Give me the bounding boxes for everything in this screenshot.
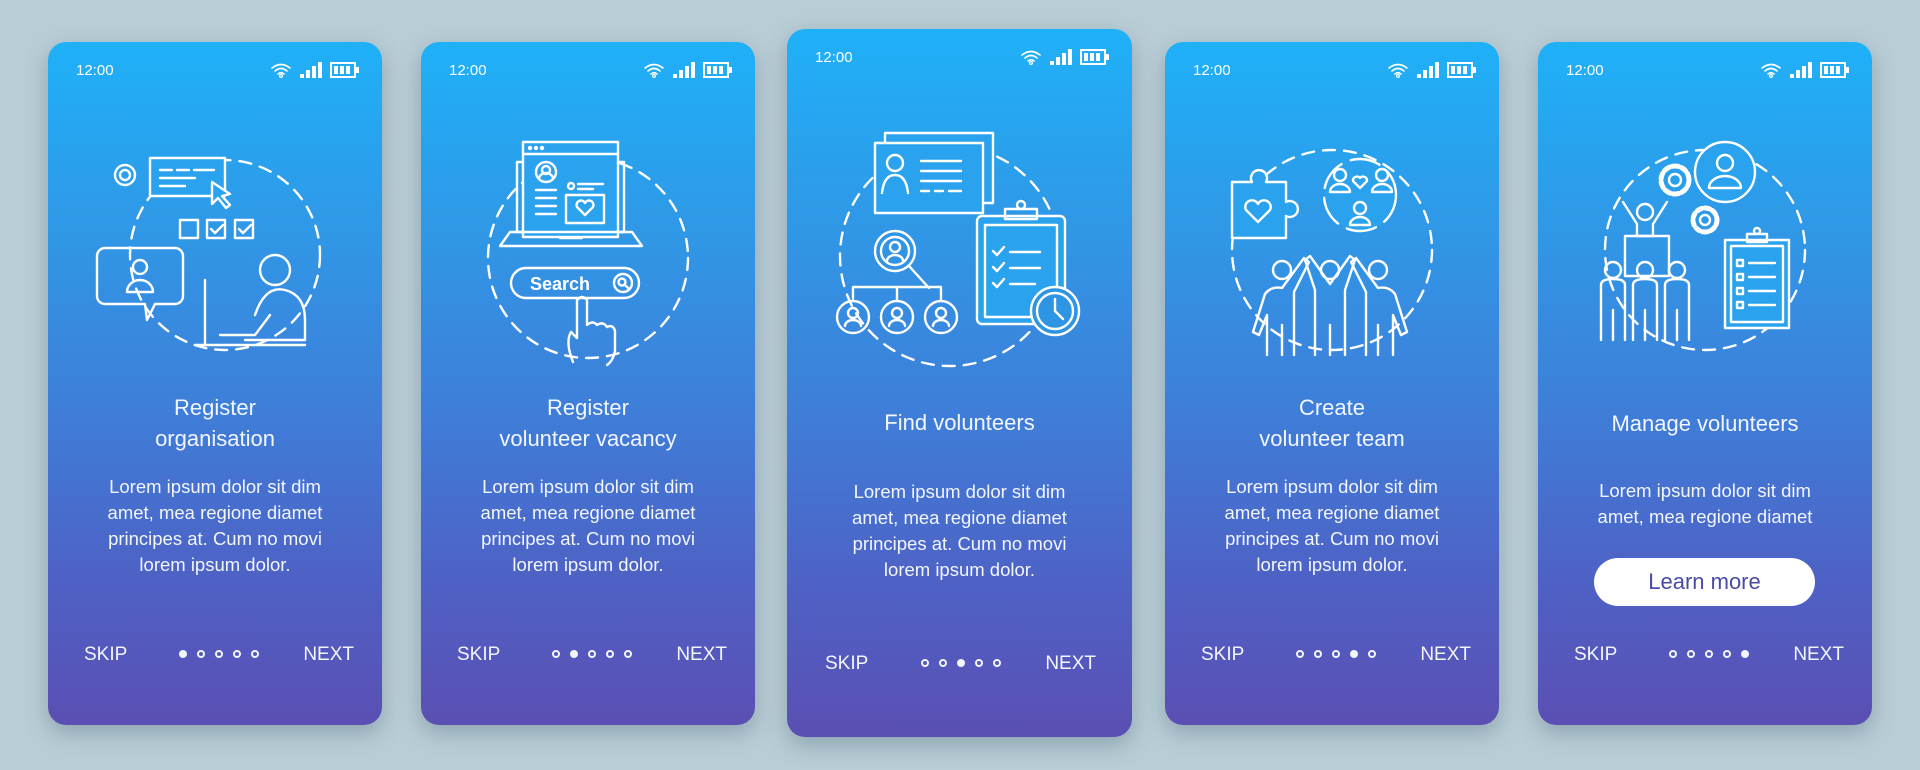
page-dot[interactable]	[1332, 650, 1340, 658]
skip-button[interactable]: SKIP	[457, 644, 500, 666]
signal-icon	[300, 62, 322, 78]
wifi-icon	[644, 63, 664, 78]
page-dot[interactable]	[920, 659, 929, 667]
page-dot[interactable]	[1705, 650, 1713, 658]
wifi-icon	[271, 63, 291, 78]
onboarding-screen-create-team: 12:00 Create volunteer team Lorem ipsum …	[1165, 42, 1499, 725]
search-label: Search	[530, 274, 590, 294]
onboarding-nav: SKIP NEXT	[1201, 644, 1471, 668]
screen-description: Lorem ipsum dolor sit dim amet, mea regi…	[107, 476, 323, 575]
register-vacancy-illustration: Search	[486, 140, 690, 367]
screen-title: Create volunteer team	[1259, 395, 1405, 451]
learn-more-button[interactable]: Learn more	[1594, 558, 1815, 606]
page-dot[interactable]	[1314, 650, 1322, 658]
wifi-icon	[1761, 63, 1781, 78]
screen-description: Lorem ipsum dolor sit dim amet, mea regi…	[1224, 476, 1440, 575]
next-button[interactable]: NEXT	[1793, 644, 1844, 666]
page-indicator	[552, 650, 632, 658]
status-time: 12:00	[449, 62, 487, 79]
next-button[interactable]: NEXT	[1420, 644, 1471, 666]
next-button[interactable]: NEXT	[303, 644, 354, 666]
manage-volunteers-illustration	[1599, 140, 1807, 352]
onboarding-screen-register-vacancy: 12:00 Search Register volunteer vacancy …	[421, 42, 755, 725]
page-dot[interactable]	[974, 659, 983, 667]
onboarding-nav: SKIP NEXT	[825, 653, 1096, 677]
page-dot[interactable]	[1368, 650, 1376, 658]
page-dot-active[interactable]	[1741, 650, 1749, 658]
page-dot[interactable]	[938, 659, 947, 667]
page-dot[interactable]	[251, 650, 259, 658]
onboarding-screen-register-organisation: 12:00 Register organisation Lorem ipsum …	[48, 42, 382, 725]
status-time: 12:00	[815, 49, 853, 66]
battery-icon	[1080, 49, 1109, 65]
page-dot-active[interactable]	[179, 650, 187, 658]
page-dot-active[interactable]	[956, 659, 965, 667]
screen-description: Lorem ipsum dolor sit dim amet, mea regi…	[1597, 480, 1813, 527]
status-time: 12:00	[76, 62, 114, 79]
status-bar: 12:00	[815, 47, 1110, 69]
page-indicator	[179, 650, 259, 658]
onboarding-nav: SKIP NEXT	[457, 644, 727, 668]
page-dot[interactable]	[1669, 650, 1677, 658]
skip-button[interactable]: SKIP	[1201, 644, 1244, 666]
page-dot[interactable]	[233, 650, 241, 658]
status-bar: 12:00	[449, 60, 733, 82]
signal-icon	[1790, 62, 1812, 78]
status-time: 12:00	[1566, 62, 1604, 79]
page-dot[interactable]	[197, 650, 205, 658]
skip-button[interactable]: SKIP	[84, 644, 127, 666]
create-team-illustration	[1230, 148, 1434, 357]
onboarding-nav: SKIP NEXT	[84, 644, 354, 668]
signal-icon	[1050, 49, 1072, 65]
page-dot-active[interactable]	[570, 650, 578, 658]
battery-icon	[330, 62, 359, 78]
page-indicator	[1296, 650, 1376, 658]
status-bar: 12:00	[1566, 60, 1850, 82]
page-dot[interactable]	[215, 650, 223, 658]
page-dot[interactable]	[1296, 650, 1304, 658]
page-dot[interactable]	[1723, 650, 1731, 658]
page-indicator	[920, 659, 1001, 667]
screen-description: Lorem ipsum dolor sit dim amet, mea regi…	[852, 481, 1067, 580]
page-dot[interactable]	[1687, 650, 1695, 658]
battery-icon	[703, 62, 732, 78]
status-bar: 12:00	[1193, 60, 1477, 82]
screen-title: Manage volunteers	[1611, 411, 1799, 436]
battery-icon	[1447, 62, 1476, 78]
page-indicator	[1669, 650, 1749, 658]
page-dot[interactable]	[606, 650, 614, 658]
screen-title: Register volunteer vacancy	[499, 395, 677, 451]
register-organisation-illustration	[95, 156, 322, 352]
page-dot[interactable]	[992, 659, 1001, 667]
screen-title: Find volunteers	[884, 410, 1035, 435]
next-button[interactable]: NEXT	[1045, 653, 1096, 675]
battery-icon	[1820, 62, 1849, 78]
find-volunteers-illustration	[835, 131, 1080, 368]
signal-icon	[673, 62, 695, 78]
onboarding-screen-manage-volunteers: 12:00 Manage volunteers Lorem ipsum dolo…	[1538, 42, 1872, 725]
onboarding-nav: SKIP NEXT	[1574, 644, 1844, 668]
signal-icon	[1417, 62, 1439, 78]
page-dot[interactable]	[624, 650, 632, 658]
skip-button[interactable]: SKIP	[825, 653, 868, 675]
page-dot-active[interactable]	[1350, 650, 1358, 658]
wifi-icon	[1021, 50, 1041, 65]
next-button[interactable]: NEXT	[676, 644, 727, 666]
screen-title: Register organisation	[155, 395, 275, 451]
page-dot[interactable]	[552, 650, 560, 658]
status-bar: 12:00	[76, 60, 360, 82]
page-dot[interactable]	[588, 650, 596, 658]
screen-description: Lorem ipsum dolor sit dim amet, mea regi…	[480, 476, 696, 575]
skip-button[interactable]: SKIP	[1574, 644, 1617, 666]
status-time: 12:00	[1193, 62, 1231, 79]
wifi-icon	[1388, 63, 1408, 78]
onboarding-screen-find-volunteers: 12:00 Find volunteers Lorem ipsum dolor …	[787, 29, 1132, 737]
